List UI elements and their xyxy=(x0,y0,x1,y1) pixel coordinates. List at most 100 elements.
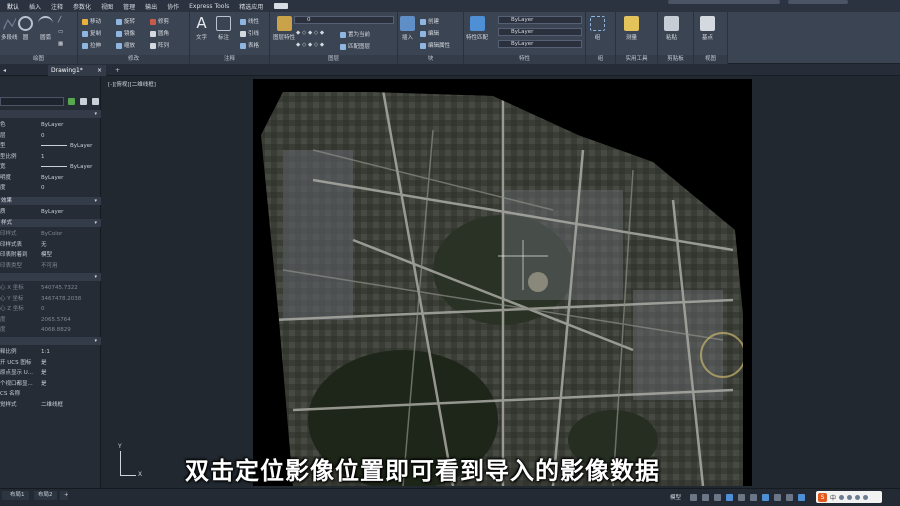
keyboard-icon[interactable] xyxy=(855,494,861,500)
linear-button[interactable]: 线性 xyxy=(240,17,259,25)
property-row[interactable]: CS 名称 xyxy=(0,389,101,400)
menu-item-annotate[interactable]: 注释 xyxy=(46,2,68,11)
create-block-button[interactable]: 创建 xyxy=(420,17,439,25)
pickadd-icon[interactable] xyxy=(92,98,99,105)
menu-item-featured-apps[interactable]: 精选应用 xyxy=(234,2,268,11)
property-row[interactable]: 印样式 ByColor xyxy=(0,229,101,240)
property-row[interactable]: 心 Z 坐标 0 xyxy=(0,304,101,315)
microphone-icon[interactable] xyxy=(847,494,853,500)
lineweight-icon[interactable] xyxy=(750,494,757,501)
ribbon-group-label[interactable]: 绘图 xyxy=(0,55,77,64)
section-general[interactable] xyxy=(0,110,101,118)
layer-dropdown[interactable]: 0 xyxy=(294,16,394,24)
insert-button[interactable]: 插入 xyxy=(400,16,415,41)
ribbon-group-label[interactable]: 特性 xyxy=(464,55,585,64)
property-value[interactable]: ByLayer xyxy=(41,141,92,152)
snap-icon[interactable] xyxy=(702,494,709,501)
property-value[interactable]: 2065.5764 xyxy=(41,315,71,326)
ime-toolbar[interactable]: S 中 xyxy=(816,491,882,503)
punctuation-icon[interactable] xyxy=(839,494,845,500)
move-button[interactable]: 移动 xyxy=(82,17,101,25)
osnap-icon[interactable] xyxy=(738,494,745,501)
line-tool-icon[interactable]: ╱ xyxy=(58,17,61,23)
layer-properties-button[interactable]: 图层特性 xyxy=(273,16,295,41)
base-point-button[interactable]: 基点 xyxy=(700,16,715,41)
ribbon-group-label[interactable]: 剪贴板 xyxy=(658,55,693,64)
mirror-button[interactable]: 镜像 xyxy=(116,29,135,37)
menu-item-express-tools[interactable]: Express Tools xyxy=(184,3,234,10)
property-row[interactable]: 度0 xyxy=(0,183,101,194)
property-row[interactable]: 心 Y 坐标 3467478.2038 xyxy=(0,294,101,305)
property-value[interactable]: ByColor xyxy=(41,229,62,240)
menu-item-parametric[interactable]: 参数化 xyxy=(68,2,96,11)
ribbon-group-label[interactable]: 修改 xyxy=(78,55,189,64)
ribbon-group-label[interactable]: 组 xyxy=(586,55,615,64)
layer-tools-row[interactable]: ◆ ◇ ◆ ◇ ◆ xyxy=(296,30,324,36)
search-box[interactable] xyxy=(668,0,780,4)
color-dropdown[interactable]: ByLayer xyxy=(498,16,582,24)
account-box[interactable] xyxy=(788,0,848,4)
property-value[interactable]: 0 xyxy=(41,131,45,142)
text-button[interactable]: A 文字 xyxy=(194,16,209,42)
property-value[interactable]: ByLayer xyxy=(41,162,92,173)
property-value[interactable]: 是 xyxy=(41,368,47,379)
paste-button[interactable]: 粘贴 xyxy=(664,16,679,41)
property-value[interactable]: 3467478.2038 xyxy=(41,294,81,305)
menu-item-insert[interactable]: 插入 xyxy=(24,2,46,11)
edit-attribute-button[interactable]: 编辑属性 xyxy=(420,41,450,49)
property-value[interactable]: 540745.7322 xyxy=(41,283,78,294)
tab-layout-1[interactable]: 布局1 xyxy=(6,491,29,500)
property-value[interactable]: 0 xyxy=(41,304,45,315)
polyline-button[interactable]: 多段线 xyxy=(1,16,18,41)
section-misc[interactable] xyxy=(0,337,101,345)
property-value[interactable]: 是 xyxy=(41,358,47,369)
circle-button[interactable]: 圆 xyxy=(18,16,33,41)
property-row[interactable]: 型 ByLayer xyxy=(0,141,101,152)
section-3d-effects[interactable]: 效果 xyxy=(0,197,101,205)
arc-button[interactable]: 圆弧 xyxy=(38,16,53,41)
property-value[interactable]: 模型 xyxy=(41,250,52,261)
rect-tool-icon[interactable]: ▭ xyxy=(58,29,63,35)
property-row[interactable]: 印样式表 无 xyxy=(0,240,101,251)
copy-button[interactable]: 复制 xyxy=(82,29,101,37)
menu-item-output[interactable]: 输出 xyxy=(140,2,162,11)
property-value[interactable]: 1 xyxy=(41,152,45,163)
property-value[interactable]: ByLayer xyxy=(41,173,63,184)
section-plot-style[interactable]: 样式 xyxy=(0,219,101,227)
property-row[interactable]: 度 2065.5764 xyxy=(0,315,101,326)
property-row[interactable]: 色 ByLayer xyxy=(0,120,101,131)
property-value[interactable]: 不可用 xyxy=(41,261,58,272)
property-row[interactable]: 觉样式 二维线框 xyxy=(0,400,101,411)
array-button[interactable]: 阵列 xyxy=(150,41,169,49)
ime-language[interactable]: 中 xyxy=(830,493,836,502)
stretch-button[interactable]: 拉伸 xyxy=(82,41,101,49)
table-button[interactable]: 表格 xyxy=(240,41,259,49)
ui-customize-icon[interactable] xyxy=(798,494,805,501)
satellite-image[interactable] xyxy=(253,90,743,486)
property-row[interactable]: 宽 ByLayer xyxy=(0,162,101,173)
property-value[interactable]: 1:1 xyxy=(41,347,50,358)
property-row[interactable]: 型比例 1 xyxy=(0,152,101,163)
selection-dropdown[interactable] xyxy=(0,97,64,106)
property-row[interactable]: 明度 ByLayer xyxy=(0,173,101,184)
property-value[interactable]: 0 xyxy=(41,183,45,194)
match-properties-button[interactable]: 特性匹配 xyxy=(466,16,488,41)
annotation-icon[interactable] xyxy=(762,494,769,501)
property-row[interactable]: 个视口都显... 是 xyxy=(0,379,101,390)
model-space-label[interactable]: 模型 xyxy=(670,493,681,501)
property-row[interactable]: 度 4068.8829 xyxy=(0,325,101,336)
menu-item-collaborate[interactable]: 协作 xyxy=(162,2,184,11)
hatch-tool-icon[interactable]: ▦ xyxy=(58,41,63,47)
viewport-controls-label[interactable]: [-][俯视][二维线框] xyxy=(108,80,156,88)
menu-item-default[interactable]: 默认 xyxy=(2,2,24,11)
property-value[interactable]: 是 xyxy=(41,379,47,390)
rotate-button[interactable]: 旋转 xyxy=(116,17,135,25)
match-layer-button[interactable]: 匹配图层 xyxy=(340,42,370,50)
leader-button[interactable]: 引线 xyxy=(240,29,259,37)
quick-select-icon[interactable] xyxy=(68,98,75,105)
tab-drawing1[interactable]: Drawing1* × xyxy=(48,65,106,76)
ribbon-group-label[interactable]: 视图 xyxy=(694,55,727,64)
select-objects-icon[interactable] xyxy=(80,98,87,105)
property-value[interactable]: 无 xyxy=(41,240,47,251)
workspace-icon[interactable] xyxy=(774,494,781,501)
